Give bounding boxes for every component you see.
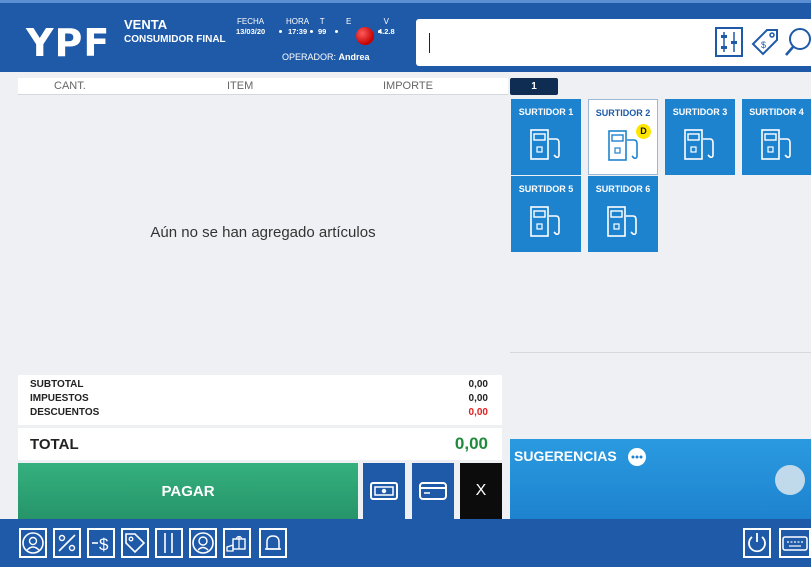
taxes-value: 0,00 [468,393,488,404]
top-header: YPF VENTA CONSUMIDOR FINAL FECHA 13/03/2… [0,0,811,72]
pump-name: SURTIDOR 3 [672,107,728,117]
discounts-row: DESCUENTOS 0,00 [30,407,488,420]
date-info: FECHA 13/03/20 [236,17,265,36]
pump-tab-1[interactable]: 1 [510,78,558,95]
empty-items-message: Aún no se han agregado artículos [150,224,376,241]
version-value: 4.2.8 [378,27,395,36]
suggestions-scroll-handle[interactable] [775,465,805,495]
fuel-pump-icon [761,129,791,160]
barcode-icon[interactable] [155,528,183,558]
date-value: 13/03/20 [236,27,266,36]
pump-tile-4[interactable]: SURTIDOR 4 [742,99,811,175]
time-label: HORA [286,17,310,26]
customer-icon[interactable] [19,528,47,558]
pump-name: SURTIDOR 5 [518,184,574,194]
cash-payment-button[interactable] [363,463,405,519]
subtotal-value: 0,00 [468,379,488,390]
status-label: E [346,17,352,26]
fuel-pump-icon [530,129,560,160]
total-value: 0,00 [454,434,488,453]
time-value: 17:39 [287,27,308,36]
totals-panel: SUBTOTAL 0,00 IMPUESTOS 0,00 DESCUENTOS … [18,375,502,425]
mode-subtitle: CONSUMIDOR FINAL [124,34,226,45]
fuel-pump-icon [608,130,638,161]
pay-label: PAGAR [161,483,215,500]
pump-tabs: 1 [510,78,811,95]
pump-tile-3[interactable]: SURTIDOR 3 [665,99,735,175]
price-change-icon[interactable]: $ [87,528,115,558]
cancel-label: X [475,482,487,499]
gift-icon[interactable] [223,528,251,558]
pump-tile-1[interactable]: SURTIDOR 1 [511,99,581,175]
taxes-label: IMPUESTOS [30,393,89,404]
version-info: V 4.2.8 [378,17,395,36]
col-amount: IMPORTE [383,80,433,92]
svg-text:$: $ [761,40,766,50]
cash-icon [370,482,398,500]
pump-tile-6[interactable]: SURTIDOR 6 [588,176,658,252]
status-indicator-icon [356,27,374,45]
time-info: HORA 17:39 [286,17,309,36]
credit-card-icon [419,482,447,500]
items-list[interactable]: Aún no se han agregado artículos [18,95,508,375]
fuel-pump-icon [607,206,637,237]
operator-info: OPERADOR: Andrea [282,52,370,62]
terminal-value: 99 [318,27,327,36]
text-cursor [429,33,430,53]
suggestions-title: SUGERENCIAS [514,448,617,464]
price-tag-icon[interactable]: $ [748,25,782,59]
sale-mode: VENTA CONSUMIDOR FINAL [124,18,226,46]
taxes-row: IMPUESTOS 0,00 [30,393,488,406]
pump-name: SURTIDOR 1 [518,107,574,117]
status-info: E [346,17,351,26]
pumps-grid: SURTIDOR 1 SURTIDOR 2 D SURTIDOR 3 SURTI… [510,95,811,353]
separator-dot [310,30,313,33]
more-options-icon[interactable] [627,447,647,467]
suggestions-panel: SUGERENCIAS [510,439,811,519]
calculator-icon[interactable] [712,25,746,59]
percent-discount-icon[interactable] [53,528,81,558]
subtotal-row: SUBTOTAL 0,00 [30,379,488,392]
total-label: TOTAL [30,436,79,453]
mode-title: VENTA [124,17,168,32]
separator-dot [335,30,338,33]
separator-dot [279,30,282,33]
version-label: V [383,17,390,26]
cancel-sale-button[interactable]: X [460,463,502,519]
pump-tile-5[interactable]: SURTIDOR 5 [511,176,581,252]
pump-name: SURTIDOR 4 [749,107,804,117]
ypf-logo: YPF [26,21,111,65]
search-input[interactable]: $ [416,19,811,66]
terminal-info: T 99 [318,17,326,36]
pump-name: SURTIDOR 2 [595,108,651,118]
discounts-label: DESCUENTOS [30,407,100,418]
discounts-value: 0,00 [468,407,488,418]
bell-icon[interactable] [259,528,287,558]
tag-icon[interactable] [121,528,149,558]
fuel-pump-icon [530,206,560,237]
svg-text:$: $ [99,535,109,554]
terminal-label: T [319,17,325,26]
col-qty: CANT. [54,80,86,92]
pay-button[interactable]: PAGAR [18,463,358,519]
card-payment-button[interactable] [412,463,454,519]
date-label: FECHA [237,17,265,26]
operator-name: Andrea [338,52,370,62]
fuel-pump-icon [684,129,714,160]
bottom-toolbar: $ [0,519,811,567]
pump-tile-2[interactable]: SURTIDOR 2 D [588,99,658,175]
pump-name: SURTIDOR 6 [595,184,651,194]
driver-icon[interactable] [189,528,217,558]
power-icon[interactable] [743,528,771,558]
keyboard-icon[interactable] [779,528,811,558]
total-row: TOTAL 0,00 [18,428,502,460]
col-item: ITEM [227,80,254,92]
search-icon[interactable] [782,25,811,59]
items-column-header: CANT. ITEM IMPORTE [18,78,508,95]
operator-label: OPERADOR: [282,52,337,62]
subtotal-label: SUBTOTAL [30,379,84,390]
